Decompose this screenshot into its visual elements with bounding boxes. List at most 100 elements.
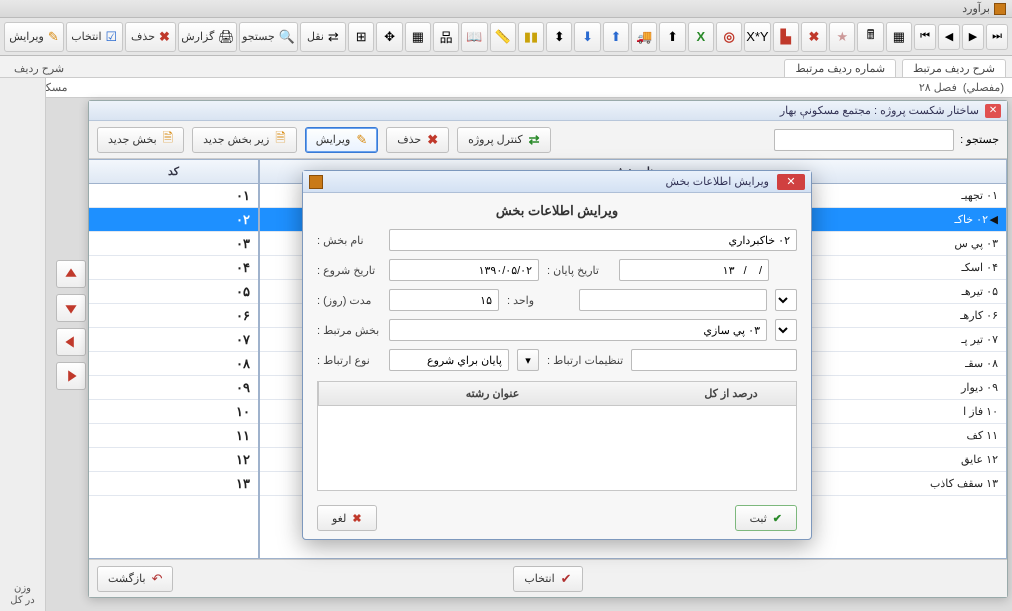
select-button[interactable]: ☑انتخاب bbox=[66, 22, 123, 52]
row-marker-icon: ◀ bbox=[988, 213, 998, 226]
move-button[interactable]: ⇄نقل bbox=[300, 22, 346, 52]
row-name: ۰۲ خاکـ bbox=[955, 213, 989, 226]
select-button-label: انتخاب bbox=[71, 30, 101, 43]
link-settings-field[interactable] bbox=[631, 349, 797, 371]
footer-select-button[interactable]: ✔انتخاب bbox=[513, 566, 582, 592]
tool-icon-10[interactable]: ⬆ bbox=[603, 22, 629, 52]
project-control-button[interactable]: ⇄کنترل پروژه bbox=[457, 127, 550, 153]
left-sidebar-label-1: وزن bbox=[14, 583, 31, 595]
table-row[interactable]: ۱۲ bbox=[89, 448, 258, 472]
tool-icon-4[interactable]: 品 bbox=[433, 22, 459, 52]
inner-search-label: جستجو : bbox=[960, 133, 999, 146]
start-date-field[interactable] bbox=[389, 259, 539, 281]
tool-icon-12[interactable]: ⬆ bbox=[659, 22, 685, 52]
modal-icon bbox=[309, 175, 323, 189]
nav-prev-icon[interactable]: ◀ bbox=[938, 24, 960, 50]
name-field[interactable] bbox=[389, 229, 797, 251]
arrow-right-button[interactable] bbox=[56, 362, 86, 390]
table-row[interactable]: ۱۰ bbox=[89, 400, 258, 424]
new-section-button[interactable]: 🗎بخش جدید bbox=[97, 127, 184, 153]
inner-close-icon[interactable]: ✕ bbox=[985, 104, 1001, 118]
linked-section-select[interactable] bbox=[775, 319, 797, 341]
cancel-button[interactable]: ✖لغو bbox=[317, 505, 377, 531]
inner-delete-button[interactable]: ✖حذف bbox=[386, 127, 449, 153]
nav-buttons: ⏭ ▶ ◀ ⏮ bbox=[914, 24, 1008, 50]
tool-icon-5[interactable]: 📖 bbox=[461, 22, 487, 52]
app-title-bar: برآورد bbox=[0, 0, 1012, 18]
table-row[interactable]: ۰۲ bbox=[89, 208, 258, 232]
nav-last-icon[interactable]: ⏭ bbox=[986, 24, 1008, 50]
unit-field[interactable] bbox=[579, 289, 767, 311]
tool-xy-icon[interactable]: X*Y bbox=[744, 22, 770, 52]
end-date-field[interactable] bbox=[619, 259, 769, 281]
row-name: ۱۲ عایق bbox=[961, 453, 998, 466]
tool-icon-9[interactable]: ⬇ bbox=[574, 22, 600, 52]
tool-grid-icon[interactable]: ▦ bbox=[886, 22, 912, 52]
inner-footer: ✔انتخاب ↶بازگشت bbox=[89, 559, 1007, 597]
nav-next-icon[interactable]: ▶ bbox=[962, 24, 984, 50]
link-type-dropdown-icon[interactable]: ▾ bbox=[517, 349, 539, 371]
tool-icon-6[interactable]: 📏 bbox=[490, 22, 516, 52]
table-row[interactable]: ۰۴ bbox=[89, 256, 258, 280]
arrow-left-button[interactable] bbox=[56, 328, 86, 356]
report-button[interactable]: 🖨گزارش bbox=[178, 22, 237, 52]
unit-select[interactable] bbox=[775, 289, 797, 311]
inner-edit-button[interactable]: ✎ویرایش bbox=[305, 127, 379, 153]
end-date-label: تاریخ پایان : bbox=[547, 264, 611, 277]
inner-toolbar: 🗎بخش جدید 🗎زیر بخش جدید ✎ویرایش ✖حذف ⇄کن… bbox=[89, 121, 1007, 159]
tool-icon-3[interactable]: ▦ bbox=[405, 22, 431, 52]
inner-title-text: ساختار شکست پروژه : مجتمع مسکونې بهار bbox=[780, 104, 979, 117]
left-sidebar-label-2: در کل bbox=[10, 595, 34, 607]
cancel-label: لغو bbox=[332, 512, 346, 525]
tool-star-icon[interactable]: ★ bbox=[829, 22, 855, 52]
link-type-label: نوع ارتباط : bbox=[317, 354, 381, 367]
inner-search: جستجو : bbox=[774, 129, 999, 151]
new-subsection-button[interactable]: 🗎زیر بخش جدید bbox=[192, 127, 297, 153]
tool-icon-13[interactable]: ▙ bbox=[773, 22, 799, 52]
tool-calc-icon[interactable]: 🖩 bbox=[857, 22, 883, 52]
row-name: ۰۱ تجهیـ bbox=[961, 189, 998, 202]
footer-select-label: انتخاب bbox=[524, 572, 554, 585]
table-row[interactable]: ۰۳ bbox=[89, 232, 258, 256]
table-row[interactable]: ۰۶ bbox=[89, 304, 258, 328]
nav-first-icon[interactable]: ⏮ bbox=[914, 24, 936, 50]
duration-field[interactable] bbox=[389, 289, 499, 311]
ribbon-row-desc: شرح ردیف bbox=[6, 60, 72, 77]
modal-title-bar: ✕ ویرایش اطلاعات بخش bbox=[303, 171, 811, 193]
table-row[interactable]: ۰۵ bbox=[89, 280, 258, 304]
edit-button[interactable]: ✎ویرایش bbox=[4, 22, 64, 52]
link-type-field[interactable] bbox=[389, 349, 509, 371]
arrow-down-button[interactable] bbox=[56, 294, 86, 322]
tool-icon-7[interactable]: ▮▮ bbox=[518, 22, 544, 52]
info-left-2: فصل ۲۸ bbox=[919, 81, 957, 94]
table-row[interactable]: ۱۱ bbox=[89, 424, 258, 448]
tool-icon-8[interactable]: ⬍ bbox=[546, 22, 572, 52]
table-row[interactable]: ۰۹ bbox=[89, 376, 258, 400]
ribbon-tabs: شرح ردیف شماره ردیف مرتبط شرح ردیف مرتبط bbox=[0, 56, 1012, 78]
modal-close-icon[interactable]: ✕ bbox=[777, 174, 805, 190]
table-row[interactable]: ۰۱ bbox=[89, 184, 258, 208]
info-left-1: (مفصلي) bbox=[963, 81, 1004, 94]
tool-excel-icon[interactable]: X bbox=[688, 22, 714, 52]
table-row[interactable]: ۰۷ bbox=[89, 328, 258, 352]
footer-back-button[interactable]: ↶بازگشت bbox=[97, 566, 173, 592]
tool-icon-1[interactable]: ⊞ bbox=[348, 22, 374, 52]
tool-delete-icon[interactable]: ✖ bbox=[801, 22, 827, 52]
grid-code-header: کد bbox=[89, 160, 258, 184]
tool-icon-11[interactable]: 🚚 bbox=[631, 22, 657, 52]
tool-icon-2[interactable]: ✥ bbox=[376, 22, 402, 52]
submit-button[interactable]: ✔ثبت bbox=[735, 505, 797, 531]
row-name: ۱۳ سقف کاذب bbox=[930, 477, 998, 490]
app-title: برآورد bbox=[962, 2, 990, 15]
tab-linked-row-no[interactable]: شماره ردیف مرتبط bbox=[784, 59, 896, 77]
inner-search-input[interactable] bbox=[774, 129, 954, 151]
table-row[interactable]: ۱۳ bbox=[89, 472, 258, 496]
table-row[interactable]: ۰۸ bbox=[89, 352, 258, 376]
linked-section-field[interactable] bbox=[389, 319, 767, 341]
delete-button[interactable]: ✖حذف bbox=[125, 22, 177, 52]
arrow-up-button[interactable] bbox=[56, 260, 86, 288]
tab-linked-row-desc[interactable]: شرح ردیف مرتبط bbox=[902, 59, 1006, 77]
search-button[interactable]: 🔍جستجو bbox=[239, 22, 298, 52]
arrow-panel bbox=[50, 260, 86, 390]
tool-target-icon[interactable]: ◎ bbox=[716, 22, 742, 52]
